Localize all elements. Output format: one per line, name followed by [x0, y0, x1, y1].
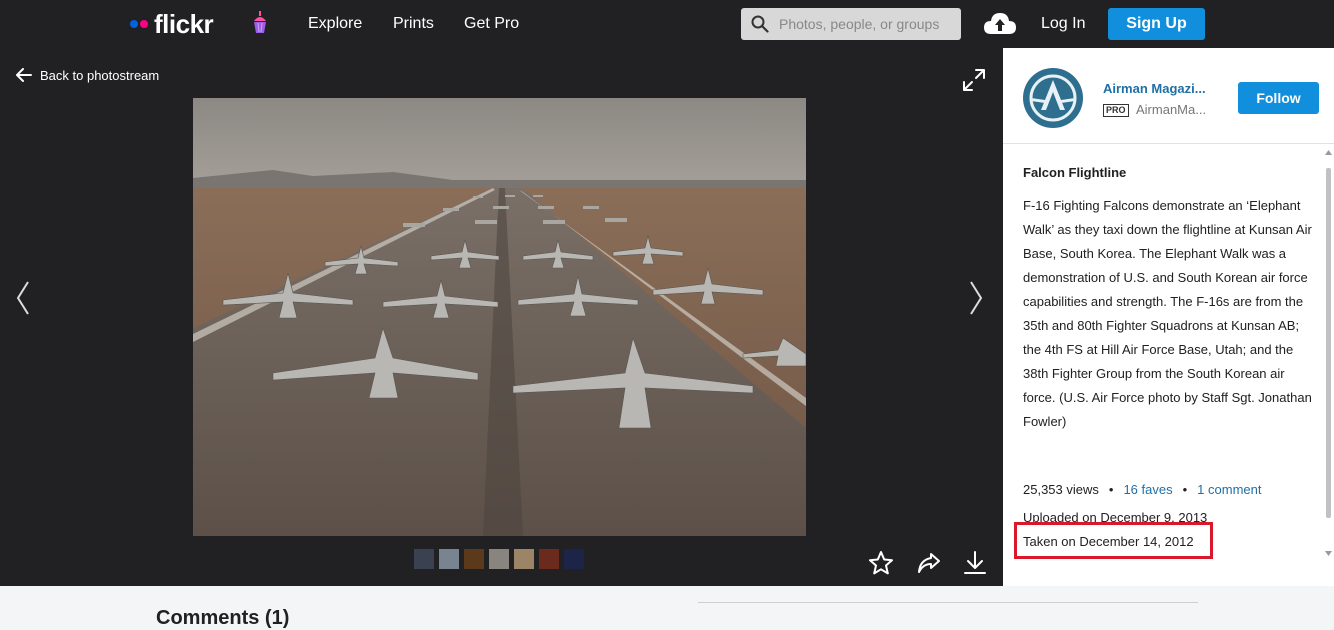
- follow-button[interactable]: Follow: [1238, 82, 1319, 114]
- logo-wordmark: flickr: [154, 9, 214, 39]
- signup-button[interactable]: Sign Up: [1108, 8, 1205, 40]
- thumbnail[interactable]: [464, 549, 484, 569]
- arrow-left-icon: [16, 68, 32, 82]
- upload-cloud-icon[interactable]: [983, 10, 1017, 38]
- flickr-logo[interactable]: flickr: [130, 9, 214, 39]
- star-fave-icon[interactable]: [868, 550, 894, 576]
- owner-handle[interactable]: AirmanMa...: [1136, 102, 1216, 117]
- thumbnail[interactable]: [414, 549, 434, 569]
- search-icon[interactable]: [751, 15, 769, 33]
- cupcake-icon[interactable]: [252, 11, 268, 35]
- photo-title: Falcon Flightline: [1023, 165, 1127, 180]
- nav-explore[interactable]: Explore: [308, 14, 362, 34]
- share-arrow-icon[interactable]: [916, 550, 942, 576]
- logo-blue-dot: [130, 20, 138, 28]
- comments-heading: Comments (1): [156, 607, 290, 629]
- top-navigation-bar: flickr Explore Prints Get Pro Log In Sig…: [0, 0, 1334, 48]
- pro-badge: PRO: [1103, 104, 1129, 117]
- thumbnail-strip: [414, 549, 589, 569]
- previous-photo-arrow-icon[interactable]: [13, 278, 33, 318]
- back-to-photostream-link[interactable]: Back to photostream: [16, 66, 159, 84]
- thumbnail[interactable]: [514, 549, 534, 569]
- back-label: Back to photostream: [40, 67, 160, 83]
- main-photo: [193, 98, 806, 536]
- search-box: [741, 8, 961, 40]
- next-photo-arrow-icon[interactable]: [966, 278, 986, 318]
- search-input[interactable]: [779, 8, 957, 40]
- owner-avatar[interactable]: [1023, 68, 1083, 128]
- photo-info-sidebar: Airman Magazi... PRO AirmanMa... Follow …: [1003, 48, 1334, 586]
- separator-dot: •: [1182, 482, 1188, 497]
- thumbnail[interactable]: [564, 549, 584, 569]
- section-divider: [698, 602, 1198, 603]
- nav-prints[interactable]: Prints: [393, 14, 434, 34]
- download-icon[interactable]: [962, 550, 988, 576]
- photo-stats: 25,353 views • 16 faves • 1 comment: [1023, 482, 1323, 497]
- logo-pink-dot: [140, 20, 148, 28]
- thumbnail[interactable]: [539, 549, 559, 569]
- taken-date-highlight-box: [1014, 522, 1213, 559]
- views-count: 25,353 views: [1023, 482, 1099, 497]
- owner-header: Airman Magazi... PRO AirmanMa... Follow: [1003, 48, 1334, 144]
- nav-get-pro[interactable]: Get Pro: [464, 14, 519, 34]
- photo-viewer: Back to photostream: [0, 48, 1003, 586]
- fullscreen-expand-icon[interactable]: [962, 68, 986, 92]
- thumbnail[interactable]: [489, 549, 509, 569]
- sidebar-scrollbar[interactable]: [1323, 146, 1334, 566]
- separator-dot: •: [1108, 482, 1114, 497]
- photo-description: F-16 Fighting Falcons demonstrate an ‘El…: [1023, 198, 1312, 429]
- login-link[interactable]: Log In: [1041, 14, 1085, 34]
- thumbnail[interactable]: [439, 549, 459, 569]
- owner-name-link[interactable]: Airman Magazi...: [1103, 81, 1218, 96]
- faves-link[interactable]: 16 faves: [1123, 482, 1172, 497]
- comments-link[interactable]: 1 comment: [1197, 482, 1261, 497]
